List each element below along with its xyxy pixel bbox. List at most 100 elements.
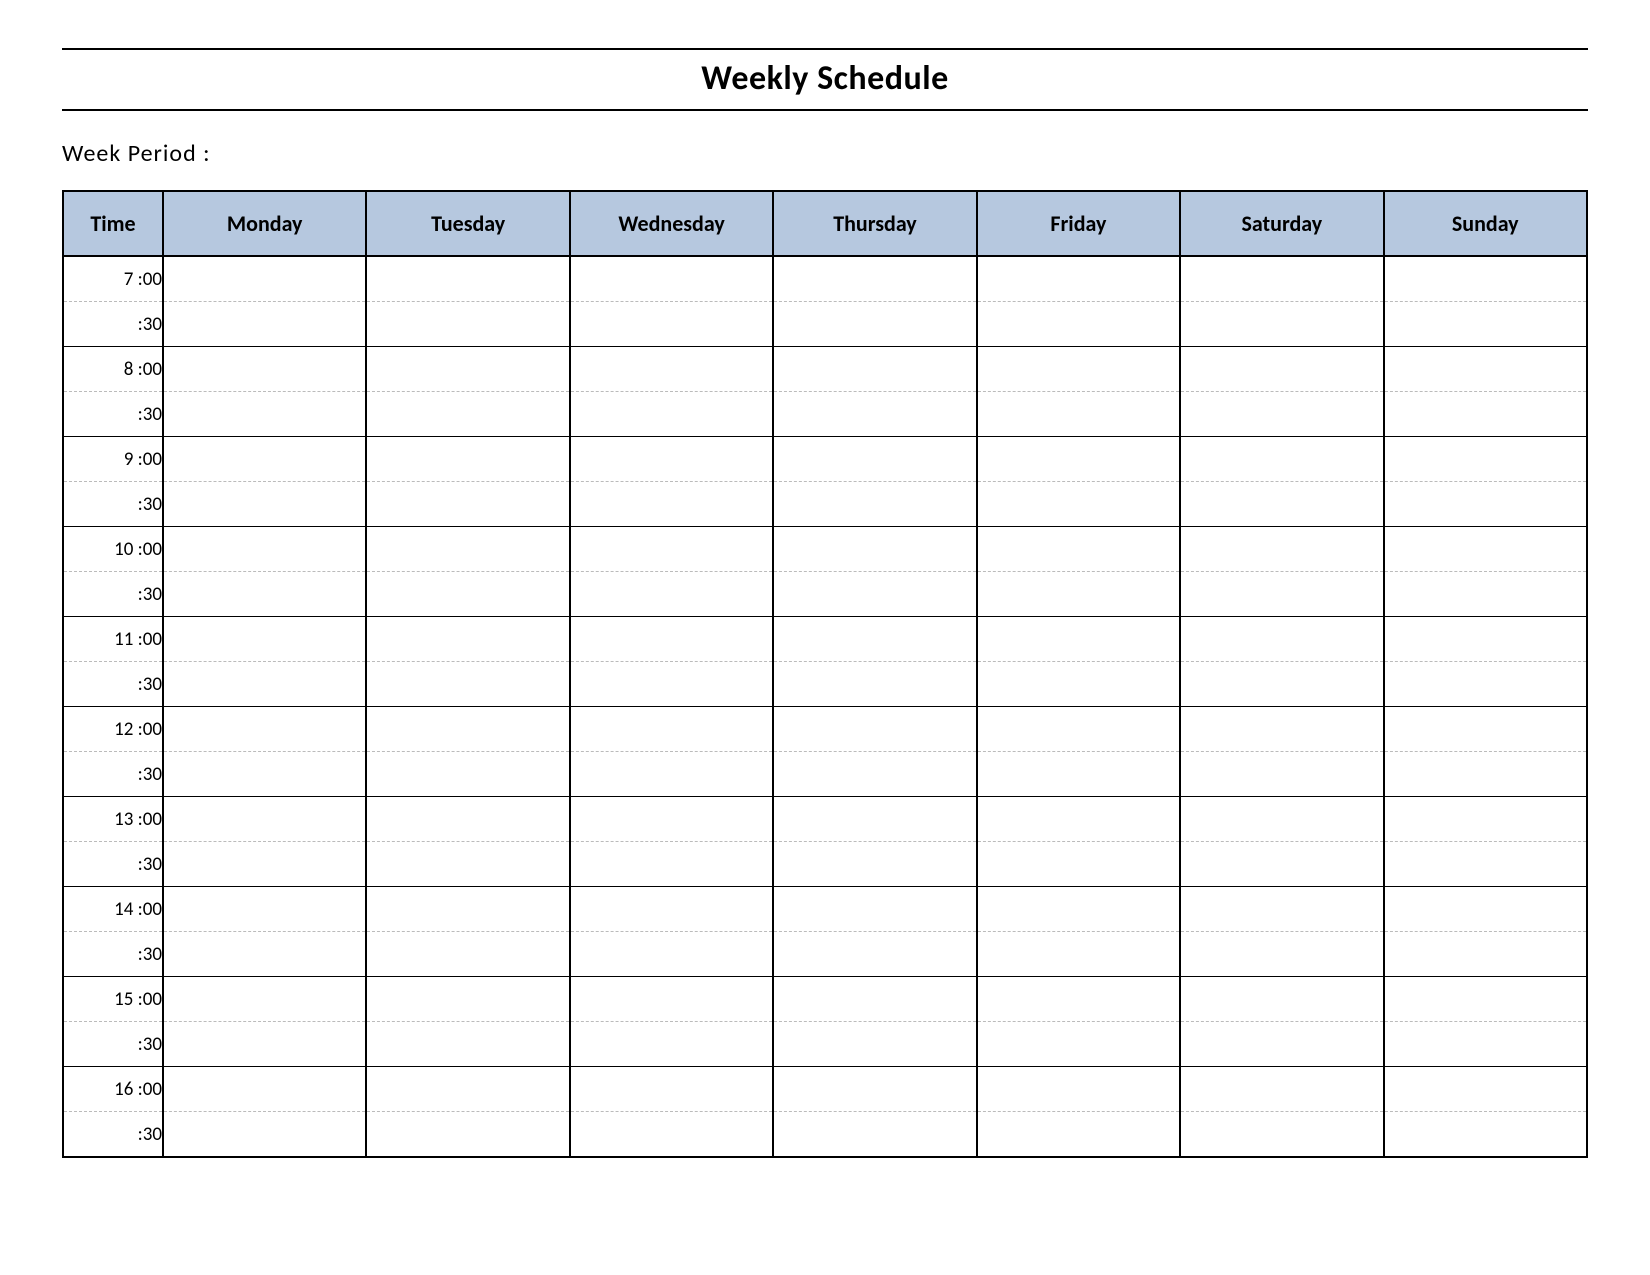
schedule-cell[interactable]	[773, 482, 976, 527]
schedule-cell[interactable]	[366, 302, 569, 347]
schedule-cell[interactable]	[1180, 572, 1383, 617]
schedule-cell[interactable]	[366, 977, 569, 1022]
schedule-cell[interactable]	[1180, 256, 1383, 302]
schedule-cell[interactable]	[1384, 797, 1587, 842]
schedule-cell[interactable]	[773, 256, 976, 302]
schedule-cell[interactable]	[773, 617, 976, 662]
schedule-cell[interactable]	[570, 797, 773, 842]
schedule-cell[interactable]	[366, 437, 569, 482]
schedule-cell[interactable]	[1180, 797, 1383, 842]
schedule-cell[interactable]	[163, 977, 366, 1022]
schedule-cell[interactable]	[163, 617, 366, 662]
schedule-cell[interactable]	[1180, 392, 1383, 437]
schedule-cell[interactable]	[570, 707, 773, 752]
schedule-cell[interactable]	[570, 842, 773, 887]
schedule-cell[interactable]	[1384, 482, 1587, 527]
schedule-cell[interactable]	[570, 347, 773, 392]
schedule-cell[interactable]	[977, 1022, 1180, 1067]
schedule-cell[interactable]	[773, 932, 976, 977]
schedule-cell[interactable]	[977, 977, 1180, 1022]
schedule-cell[interactable]	[1384, 662, 1587, 707]
schedule-cell[interactable]	[977, 572, 1180, 617]
schedule-cell[interactable]	[1384, 1022, 1587, 1067]
schedule-cell[interactable]	[773, 842, 976, 887]
schedule-cell[interactable]	[773, 887, 976, 932]
schedule-cell[interactable]	[1384, 977, 1587, 1022]
schedule-cell[interactable]	[1180, 482, 1383, 527]
schedule-cell[interactable]	[366, 572, 569, 617]
schedule-cell[interactable]	[1384, 527, 1587, 572]
schedule-cell[interactable]	[366, 1067, 569, 1112]
schedule-cell[interactable]	[977, 617, 1180, 662]
schedule-cell[interactable]	[570, 437, 773, 482]
schedule-cell[interactable]	[977, 1067, 1180, 1112]
schedule-cell[interactable]	[163, 932, 366, 977]
schedule-cell[interactable]	[773, 1112, 976, 1158]
schedule-cell[interactable]	[163, 392, 366, 437]
schedule-cell[interactable]	[773, 662, 976, 707]
schedule-cell[interactable]	[570, 1112, 773, 1158]
schedule-cell[interactable]	[366, 1112, 569, 1158]
schedule-cell[interactable]	[977, 527, 1180, 572]
schedule-cell[interactable]	[1384, 437, 1587, 482]
schedule-cell[interactable]	[163, 752, 366, 797]
schedule-cell[interactable]	[1180, 932, 1383, 977]
schedule-cell[interactable]	[977, 437, 1180, 482]
schedule-cell[interactable]	[977, 256, 1180, 302]
schedule-cell[interactable]	[1384, 1112, 1587, 1158]
schedule-cell[interactable]	[570, 977, 773, 1022]
schedule-cell[interactable]	[977, 1112, 1180, 1158]
schedule-cell[interactable]	[366, 932, 569, 977]
schedule-cell[interactable]	[773, 437, 976, 482]
schedule-cell[interactable]	[366, 392, 569, 437]
schedule-cell[interactable]	[1384, 617, 1587, 662]
schedule-cell[interactable]	[1384, 347, 1587, 392]
schedule-cell[interactable]	[163, 887, 366, 932]
schedule-cell[interactable]	[163, 797, 366, 842]
schedule-cell[interactable]	[163, 256, 366, 302]
schedule-cell[interactable]	[1180, 887, 1383, 932]
schedule-cell[interactable]	[977, 392, 1180, 437]
schedule-cell[interactable]	[773, 527, 976, 572]
schedule-cell[interactable]	[977, 797, 1180, 842]
schedule-cell[interactable]	[773, 1022, 976, 1067]
schedule-cell[interactable]	[773, 347, 976, 392]
schedule-cell[interactable]	[366, 347, 569, 392]
schedule-cell[interactable]	[1180, 662, 1383, 707]
schedule-cell[interactable]	[1384, 572, 1587, 617]
schedule-cell[interactable]	[570, 572, 773, 617]
schedule-cell[interactable]	[1180, 527, 1383, 572]
schedule-cell[interactable]	[1180, 1112, 1383, 1158]
schedule-cell[interactable]	[570, 392, 773, 437]
schedule-cell[interactable]	[977, 707, 1180, 752]
schedule-cell[interactable]	[773, 392, 976, 437]
schedule-cell[interactable]	[163, 707, 366, 752]
schedule-cell[interactable]	[366, 887, 569, 932]
schedule-cell[interactable]	[366, 256, 569, 302]
schedule-cell[interactable]	[570, 662, 773, 707]
schedule-cell[interactable]	[977, 887, 1180, 932]
schedule-cell[interactable]	[366, 842, 569, 887]
schedule-cell[interactable]	[366, 482, 569, 527]
schedule-cell[interactable]	[1180, 707, 1383, 752]
schedule-cell[interactable]	[1180, 842, 1383, 887]
schedule-cell[interactable]	[570, 887, 773, 932]
schedule-cell[interactable]	[773, 707, 976, 752]
schedule-cell[interactable]	[570, 527, 773, 572]
schedule-cell[interactable]	[1180, 617, 1383, 662]
schedule-cell[interactable]	[163, 1067, 366, 1112]
schedule-cell[interactable]	[570, 617, 773, 662]
schedule-cell[interactable]	[570, 932, 773, 977]
schedule-cell[interactable]	[570, 256, 773, 302]
schedule-cell[interactable]	[570, 302, 773, 347]
schedule-cell[interactable]	[1384, 842, 1587, 887]
schedule-cell[interactable]	[977, 662, 1180, 707]
schedule-cell[interactable]	[773, 752, 976, 797]
schedule-cell[interactable]	[163, 302, 366, 347]
schedule-cell[interactable]	[977, 842, 1180, 887]
schedule-cell[interactable]	[977, 347, 1180, 392]
schedule-cell[interactable]	[1384, 887, 1587, 932]
schedule-cell[interactable]	[1180, 1022, 1383, 1067]
schedule-cell[interactable]	[163, 347, 366, 392]
schedule-cell[interactable]	[570, 1067, 773, 1112]
